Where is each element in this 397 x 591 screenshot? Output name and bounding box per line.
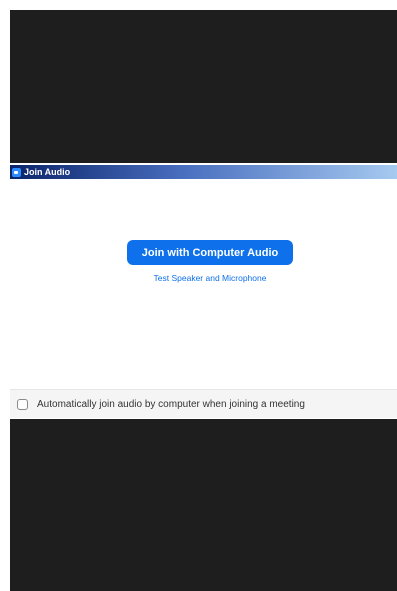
- video-area-top: [10, 10, 397, 163]
- dialog-footer: Automatically join audio by computer whe…: [10, 389, 397, 418]
- zoom-join-audio-screen: Join Audio Join with Computer Audio Test…: [0, 0, 397, 591]
- test-speaker-and-microphone-link[interactable]: Test Speaker and Microphone: [110, 273, 310, 283]
- dialog-title: Join Audio: [24, 167, 71, 177]
- dialog-titlebar[interactable]: Join Audio: [10, 165, 397, 179]
- auto-join-audio-label[interactable]: Automatically join audio by computer whe…: [37, 399, 305, 410]
- join-with-computer-audio-button[interactable]: Join with Computer Audio: [127, 240, 293, 265]
- video-area-bottom: [10, 419, 397, 591]
- zoom-app-icon: [12, 167, 21, 177]
- join-audio-dialog-body: Join with Computer Audio Test Speaker an…: [10, 179, 397, 389]
- auto-join-audio-checkbox[interactable]: [17, 398, 28, 410]
